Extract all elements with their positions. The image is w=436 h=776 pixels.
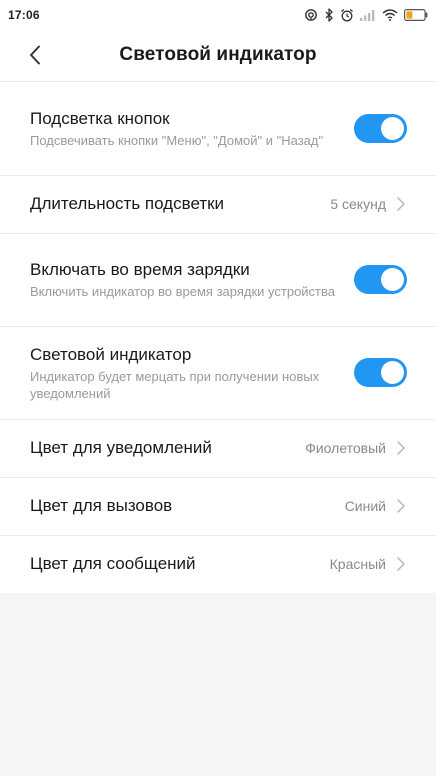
toggle-knob <box>381 117 404 140</box>
setting-call-color[interactable]: Цвет для вызовов Синий <box>0 477 436 535</box>
setting-title: Световой индикатор <box>30 344 192 364</box>
setting-backlight-duration[interactable]: Длительность подсветки 5 секунд <box>0 175 436 233</box>
setting-title: Длительность подсветки <box>30 194 225 213</box>
status-icons <box>304 0 428 30</box>
bluetooth-icon <box>324 8 334 22</box>
setting-subtitle: Индикатор будет мерцать при получении но… <box>30 368 320 401</box>
chevron-right-icon <box>396 556 406 572</box>
setting-subtitle: Включить индикатор во время зарядки устр… <box>30 284 336 299</box>
header: Световой индикатор <box>0 30 436 82</box>
setting-message-color[interactable]: Цвет для сообщений Красный <box>0 535 436 593</box>
battery-icon <box>404 9 428 21</box>
setting-title: Цвет для вызовов <box>30 496 173 515</box>
settings-list: Подсветка кнопок Подсвечивать кнопки "Ме… <box>0 82 436 593</box>
hotspot-icon <box>304 8 318 22</box>
alarm-icon <box>340 8 354 22</box>
setting-button-backlight[interactable]: Подсветка кнопок Подсвечивать кнопки "Ме… <box>0 82 436 175</box>
toggle-knob <box>381 268 404 291</box>
status-bar: 17:06 <box>0 0 436 30</box>
chevron-right-icon <box>396 498 406 514</box>
setting-notification-light[interactable]: Световой индикатор Индикатор будет мерца… <box>0 326 436 419</box>
notification-light-toggle[interactable] <box>354 358 407 387</box>
toggle-knob <box>381 361 404 384</box>
status-time: 17:06 <box>8 8 40 22</box>
button-backlight-toggle[interactable] <box>354 114 407 143</box>
setting-subtitle: Подсвечивать кнопки "Меню", "Домой" и "Н… <box>30 133 324 148</box>
wifi-icon <box>382 9 398 21</box>
setting-value: Фиолетовый <box>305 440 386 456</box>
setting-value: Красный <box>329 556 386 572</box>
page-title: Световой индикатор <box>119 44 317 65</box>
setting-title: Цвет для сообщений <box>30 554 196 573</box>
setting-value: 5 секунд <box>330 196 386 212</box>
chevron-right-icon <box>396 196 406 212</box>
setting-notification-color[interactable]: Цвет для уведомлений Фиолетовый <box>0 419 436 477</box>
chevron-right-icon <box>396 440 406 456</box>
setting-title: Подсветка кнопок <box>30 109 170 128</box>
setting-title: Включать во время зарядки <box>30 260 250 279</box>
setting-value: Синий <box>344 498 386 514</box>
setting-on-while-charging[interactable]: Включать во время зарядки Включить индик… <box>0 233 436 326</box>
charging-light-toggle[interactable] <box>354 265 407 294</box>
setting-title: Цвет для уведомлений <box>30 438 212 457</box>
signal-icon <box>360 9 376 21</box>
